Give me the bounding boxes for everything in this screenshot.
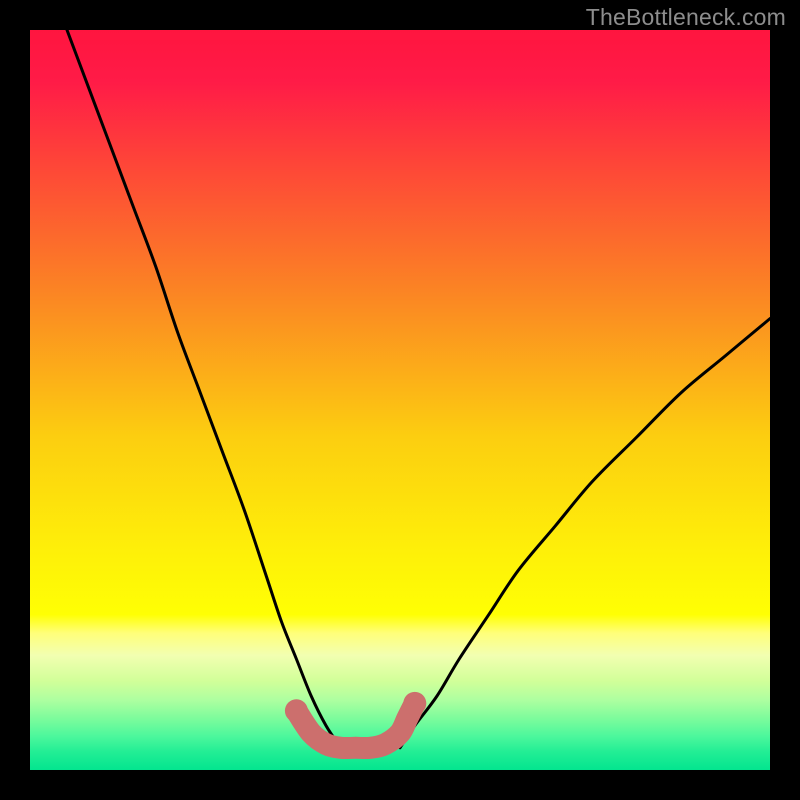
valley-marker [296,703,414,748]
left-curve [67,30,341,748]
chart-frame: TheBottleneck.com [0,0,800,800]
curves-layer [30,30,770,770]
watermark-text: TheBottleneck.com [586,4,786,31]
plot-area [30,30,770,770]
right-curve [400,319,770,748]
